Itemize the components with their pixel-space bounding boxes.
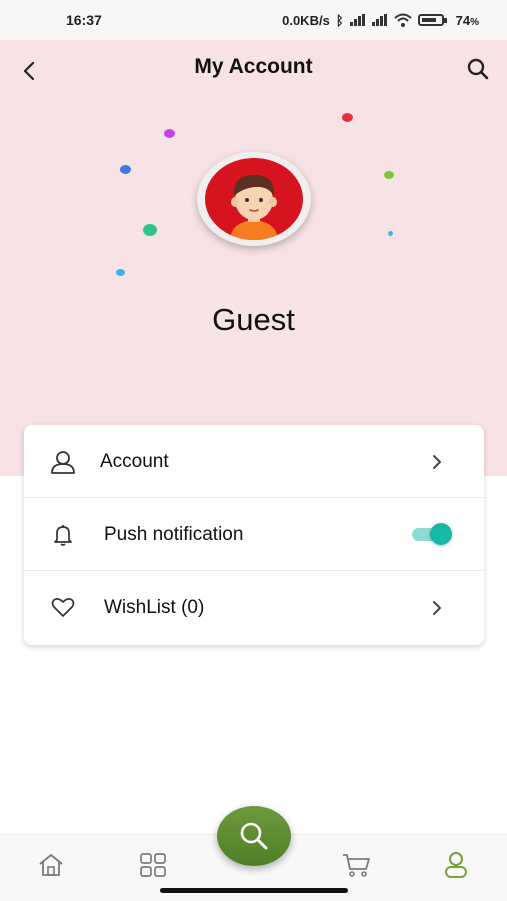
avatar[interactable] xyxy=(205,158,303,240)
user-name: Guest xyxy=(212,302,295,337)
nav-home[interactable] xyxy=(35,849,67,881)
bell-icon xyxy=(54,525,72,546)
toggle-knob xyxy=(430,523,452,545)
menu-item-label: WishList (0) xyxy=(104,597,205,618)
nav-cart[interactable] xyxy=(340,849,372,881)
chevron-right-icon xyxy=(433,455,441,469)
battery-icon xyxy=(417,14,447,26)
user-outline-icon xyxy=(51,451,75,474)
page-title: My Account xyxy=(194,55,313,78)
menu-item-wishlist[interactable]: WishList (0) xyxy=(24,571,484,644)
home-indicator xyxy=(160,888,348,893)
status-time: 16:37 xyxy=(66,12,102,28)
heart-outline-icon xyxy=(51,598,75,617)
account-menu-card: Account Push notification WishList (0) xyxy=(24,425,484,645)
signal-icon xyxy=(349,14,366,26)
decorative-dot xyxy=(116,269,125,276)
search-icon xyxy=(240,822,268,850)
search-icon xyxy=(467,58,489,80)
chevron-right-icon xyxy=(433,601,441,615)
signal-icon xyxy=(371,14,388,26)
decorative-dot xyxy=(164,129,175,138)
user-avatar-icon xyxy=(230,174,278,240)
decorative-dot xyxy=(120,165,131,174)
network-speed: 0.0KB/s xyxy=(282,12,330,28)
cart-icon xyxy=(343,854,370,877)
search-button[interactable] xyxy=(464,55,492,83)
nav-categories[interactable] xyxy=(137,849,169,881)
search-fab-button[interactable] xyxy=(217,806,291,866)
battery-level: 74% xyxy=(455,12,479,28)
user-icon xyxy=(445,852,467,878)
bluetooth-icon: ᛒ xyxy=(335,12,344,28)
menu-item-label: Push notification xyxy=(104,524,244,545)
menu-item-account[interactable]: Account xyxy=(24,425,484,498)
menu-item-label: Account xyxy=(100,451,169,472)
profile-header xyxy=(0,40,507,476)
home-icon xyxy=(39,854,63,876)
status-bar: 16:37 0.0KB/s ᛒ 74% xyxy=(0,0,507,40)
menu-item-push-notification: Push notification xyxy=(24,498,484,571)
nav-account[interactable] xyxy=(440,849,472,881)
grid-icon xyxy=(140,853,166,877)
decorative-dot xyxy=(384,171,394,179)
wifi-icon xyxy=(393,13,412,27)
decorative-dot xyxy=(143,224,157,236)
push-notification-toggle[interactable] xyxy=(412,523,454,545)
decorative-dot xyxy=(342,113,353,122)
decorative-dot xyxy=(388,231,393,236)
status-indicators: 0.0KB/s ᛒ 74% xyxy=(282,13,479,28)
